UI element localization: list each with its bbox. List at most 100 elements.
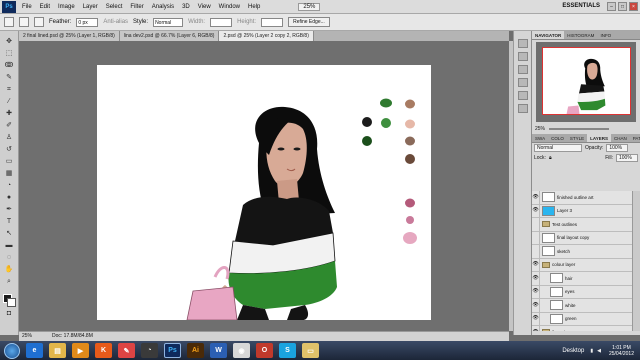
antialias-checkbox[interactable]: Anti-alias [103, 19, 128, 25]
layer-group-row[interactable]: 👁︎ flat colour [532, 325, 632, 331]
refine-edge-button[interactable]: Refine Edge... [288, 17, 330, 27]
menu-image[interactable]: Image [58, 4, 75, 10]
width-input[interactable] [210, 17, 233, 27]
navigator-zoom-slider[interactable] [549, 128, 610, 130]
quick-select-icon[interactable]: ✎ [3, 72, 15, 83]
menu-view[interactable]: View [198, 4, 211, 10]
new-selection-icon[interactable] [19, 17, 29, 27]
history-brush-icon[interactable]: ↺ [3, 144, 15, 155]
taskbar-app-word-icon[interactable]: W [210, 343, 227, 358]
character-panel-icon[interactable] [517, 91, 528, 100]
visibility-eye-icon[interactable]: 👁︎ [532, 204, 540, 218]
layer-row[interactable]: 👁︎ finished outline art [532, 191, 632, 205]
taskbar-app-ps-icon[interactable]: Ps [164, 343, 181, 358]
dodge-icon[interactable]: ● [3, 192, 15, 203]
marquee-tool-icon[interactable] [4, 17, 14, 27]
opacity-input[interactable]: 100% [606, 144, 629, 152]
taskbar-app-explorer-icon[interactable]: ▤ [49, 343, 66, 358]
gradient-icon[interactable]: ▦ [3, 168, 15, 179]
layer-row[interactable]: 👁︎ eyes [532, 285, 632, 299]
visibility-eye-icon[interactable]: 👁︎ [532, 298, 540, 312]
lock-icon[interactable]: 🔒︎ [549, 155, 552, 161]
visibility-eye-icon[interactable]: 👁︎ [532, 285, 540, 299]
3d-rotate-icon[interactable]: ◌ [3, 252, 15, 263]
doc-tab[interactable]: lina dev2.psd @ 66.7% (Layer 6, RGB/8) [119, 31, 220, 41]
visibility-eye-icon[interactable]: 👁︎ [532, 312, 540, 326]
eyedropper-icon[interactable]: ⁄ [3, 96, 15, 107]
maximize-icon[interactable]: □ [618, 2, 627, 11]
close-icon[interactable]: × [629, 2, 638, 11]
zoom-level[interactable]: 25% [298, 2, 321, 11]
doc-tab-active[interactable]: 2.psd @ 25% (Layer 2 copy 2, RGB/8) [219, 31, 314, 41]
blur-icon[interactable]: ◔ [3, 180, 15, 191]
navigator-preview[interactable] [536, 42, 636, 122]
crop-icon[interactable]: ⌗ [3, 84, 15, 95]
layers-scrollbar[interactable] [632, 191, 640, 331]
background-color[interactable] [6, 298, 16, 307]
taskbar-app-ai-icon[interactable]: Ai [187, 343, 204, 358]
layer-group-row[interactable]: Test outlines [532, 217, 632, 232]
style-select[interactable]: Normal [153, 17, 184, 27]
shape-icon[interactable]: ▬ [3, 240, 15, 251]
start-button[interactable] [4, 342, 20, 359]
layer-group-row[interactable]: 👁︎ colour layer [532, 258, 632, 272]
move-tool-icon[interactable]: ✥ [3, 36, 15, 47]
path-select-icon[interactable]: ↖ [3, 228, 15, 239]
menu-analysis[interactable]: Analysis [152, 4, 174, 10]
lasso-icon[interactable]: ↂ [3, 60, 15, 71]
menu-help[interactable]: Help [248, 4, 260, 10]
visibility-eye-icon[interactable] [532, 231, 540, 245]
visibility-eye-icon[interactable] [532, 217, 540, 231]
menu-filter[interactable]: Filter [130, 4, 143, 10]
paragraph-panel-icon[interactable] [517, 104, 528, 113]
tab-swatches[interactable]: SWA [532, 134, 548, 142]
actions-panel-icon[interactable] [517, 52, 528, 61]
pen-icon[interactable]: ✒ [3, 204, 15, 215]
menu-layer[interactable]: Layer [83, 4, 98, 10]
taskbar-app-opera-icon[interactable]: O [256, 343, 273, 358]
tab-paths[interactable]: PATH [630, 134, 640, 142]
taskbar-app-skype-icon[interactable]: S [279, 343, 296, 358]
workspace[interactable] [19, 41, 509, 331]
blend-mode-select[interactable]: Normal [534, 144, 582, 152]
feather-input[interactable]: 0 px [76, 17, 99, 27]
doc-tab[interactable]: 2 final lined.psd @ 25% (Layer 1, RGB/8) [19, 31, 120, 41]
minimize-icon[interactable]: – [607, 2, 616, 11]
layer-row[interactable]: 👁︎ hair [532, 271, 632, 286]
history-panel-icon[interactable] [517, 39, 528, 48]
brushes-panel-icon[interactable] [517, 65, 528, 74]
brush-icon[interactable]: ✐ [3, 120, 15, 131]
layer-row[interactable]: 👁︎ Layer 3 [532, 204, 632, 218]
type-icon[interactable]: T [3, 216, 15, 227]
tab-navigator[interactable]: NAVIGATOR [532, 31, 565, 39]
tab-color[interactable]: COLO [548, 134, 567, 142]
menu-window[interactable]: Window [219, 4, 240, 10]
tab-styles[interactable]: STYLE [567, 134, 587, 142]
taskbar-app-chrome-icon[interactable]: ◉ [233, 343, 250, 358]
document-canvas[interactable] [97, 65, 431, 320]
visibility-eye-icon[interactable]: 👁︎ [532, 258, 540, 272]
hand-icon[interactable]: ✋ [3, 264, 15, 275]
menu-3d[interactable]: 3D [182, 4, 190, 10]
menu-select[interactable]: Select [106, 4, 123, 10]
taskbar-app-k-icon[interactable]: K [95, 343, 112, 358]
clock[interactable]: 1:01 PM 25/04/2012 [609, 345, 634, 357]
visibility-eye-icon[interactable]: 👁︎ [532, 325, 540, 331]
taskbar-app-chrome2-icon[interactable]: ◔ [141, 343, 158, 358]
navigator-zoom-value[interactable]: 25% [535, 124, 545, 134]
network-icon[interactable]: ▮ [590, 348, 593, 354]
status-zoom[interactable]: 25% [22, 332, 32, 341]
quick-mask-icon[interactable]: ◘ [3, 308, 15, 319]
marquee-icon[interactable]: ⬚ [3, 48, 15, 59]
layer-row[interactable]: 👁︎ white [532, 298, 632, 313]
visibility-eye-icon[interactable]: 👁︎ [532, 191, 540, 204]
taskbar-app-files-icon[interactable]: ▭ [302, 343, 319, 358]
taskbar-app-ie-icon[interactable]: e [26, 343, 43, 358]
clone-source-icon[interactable] [517, 78, 528, 87]
layer-row[interactable]: sketch [532, 244, 632, 259]
volume-icon[interactable]: ◀ [597, 348, 601, 354]
tab-layers[interactable]: LAYERS [587, 134, 611, 142]
layer-row[interactable]: 👁︎ green [532, 312, 632, 326]
menu-edit[interactable]: Edit [40, 4, 50, 10]
desktop-toolbar[interactable]: Desktop [562, 348, 584, 354]
